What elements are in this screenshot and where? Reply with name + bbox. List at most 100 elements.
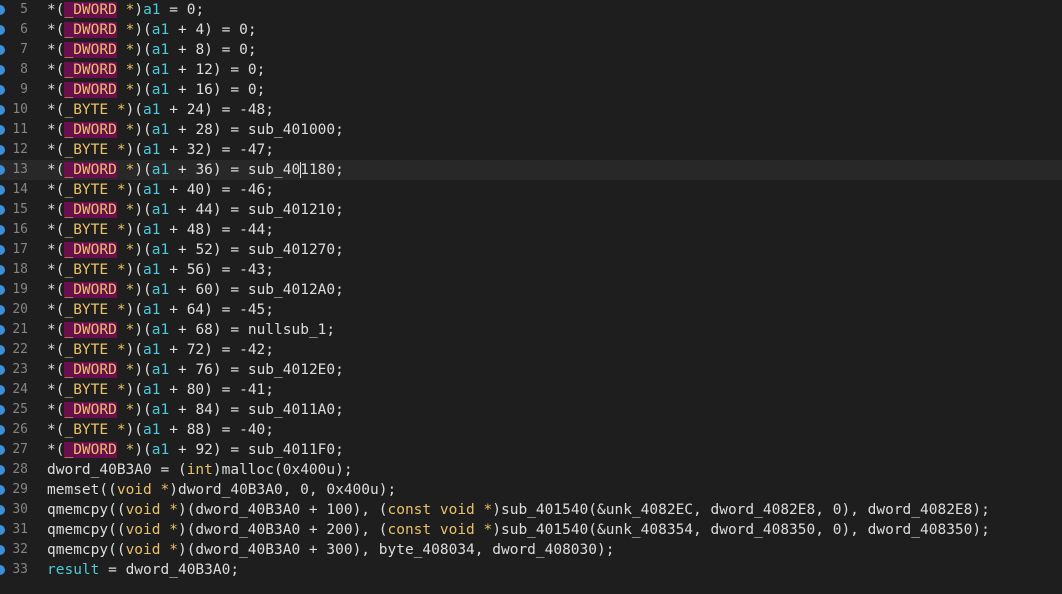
code-line[interactable]: 13 *(_DWORD *)(a1 + 36) = sub_401180; [0, 160, 1062, 180]
code-text[interactable]: qmemcpy((void *)(dword_40B3A0 + 200), (c… [47, 520, 990, 540]
code-text[interactable]: dword_40B3A0 = (int)malloc(0x400u); [47, 460, 353, 480]
breakpoint-dot-icon[interactable] [0, 85, 5, 95]
code-line[interactable]: 24 *(_BYTE *)(a1 + 80) = -41; [0, 380, 1062, 400]
code-line[interactable]: 32 qmemcpy((void *)(dword_40B3A0 + 300), … [0, 540, 1062, 560]
type-token: * [116, 202, 135, 218]
type-token: _BYTE * [64, 422, 126, 438]
code-text[interactable]: *(_DWORD *)(a1 + 44) = sub_401210; [47, 200, 344, 220]
code-text[interactable]: *(_DWORD *)(a1 + 16) = 0; [47, 80, 265, 100]
code-text[interactable]: *(_BYTE *)(a1 + 80) = -41; [47, 380, 274, 400]
variable-token: a1 [151, 282, 170, 298]
code-text[interactable]: *(_BYTE *)(a1 + 40) = -46; [47, 180, 274, 200]
code-text[interactable]: *(_DWORD *)(a1 + 36) = sub_401180; [47, 160, 344, 180]
code-text[interactable]: *(_DWORD *)(a1 + 68) = nullsub_1; [47, 320, 335, 340]
breakpoint-dot-icon[interactable] [0, 505, 5, 515]
breakpoint-dot-icon[interactable] [0, 265, 5, 275]
code-text[interactable]: *(_BYTE *)(a1 + 24) = -48; [47, 100, 274, 120]
breakpoint-dot-icon[interactable] [0, 345, 5, 355]
breakpoint-dot-icon[interactable] [0, 45, 5, 55]
pseudocode-editor[interactable]: 5 *(_DWORD *)a1 = 0; 6 *(_DWORD *)(a1 + 4) … [0, 0, 1062, 594]
code-line[interactable]: 27 *(_DWORD *)(a1 + 92) = sub_4011F0; [0, 440, 1062, 460]
code-text[interactable]: *(_BYTE *)(a1 + 48) = -44; [47, 220, 274, 240]
breakpoint-dot-icon[interactable] [0, 185, 5, 195]
breakpoint-dot-icon[interactable] [0, 305, 5, 315]
breakpoint-dot-icon[interactable] [0, 205, 5, 215]
type-token: * [116, 362, 135, 378]
breakpoint-dot-icon[interactable] [0, 105, 5, 115]
variable-token: a1 [151, 402, 170, 418]
code-token: + 40) = -46; [160, 182, 275, 198]
breakpoint-dot-icon[interactable] [0, 65, 5, 75]
type-token: const void * [387, 502, 493, 518]
breakpoint-dot-icon[interactable] [0, 525, 5, 535]
code-text[interactable]: *(_DWORD *)(a1 + 92) = sub_4011F0; [47, 440, 344, 460]
code-line[interactable]: 22 *(_BYTE *)(a1 + 72) = -42; [0, 340, 1062, 360]
code-text[interactable]: *(_DWORD *)(a1 + 52) = sub_401270; [47, 240, 344, 260]
breakpoint-dot-icon[interactable] [0, 25, 5, 35]
breakpoint-dot-icon[interactable] [0, 365, 5, 375]
code-token: )( [125, 382, 144, 398]
breakpoint-dot-icon[interactable] [0, 125, 5, 135]
breakpoint-dot-icon[interactable] [0, 565, 5, 575]
code-line[interactable]: 10 *(_BYTE *)(a1 + 24) = -48; [0, 100, 1062, 120]
code-text[interactable]: *(_BYTE *)(a1 + 72) = -42; [47, 340, 274, 360]
code-text[interactable]: *(_BYTE *)(a1 + 56) = -43; [47, 260, 274, 280]
breakpoint-dot-icon[interactable] [0, 165, 5, 175]
breakpoint-dot-icon[interactable] [0, 245, 5, 255]
code-text[interactable]: memset((void *)dword_40B3A0, 0, 0x400u); [47, 480, 396, 500]
code-line[interactable]: 8 *(_DWORD *)(a1 + 12) = 0; [0, 60, 1062, 80]
breakpoint-dot-icon[interactable] [0, 485, 5, 495]
code-line[interactable]: 7 *(_DWORD *)(a1 + 8) = 0; [0, 40, 1062, 60]
code-token: )dword_40B3A0, 0, 0x400u); [169, 482, 397, 498]
code-line[interactable]: 19 *(_DWORD *)(a1 + 60) = sub_4012A0; [0, 280, 1062, 300]
breakpoint-dot-icon[interactable] [0, 465, 5, 475]
breakpoint-dot-icon[interactable] [0, 385, 5, 395]
code-line[interactable]: 29 memset((void *)dword_40B3A0, 0, 0x400u… [0, 480, 1062, 500]
breakpoint-dot-icon[interactable] [0, 445, 5, 455]
code-text[interactable]: *(_BYTE *)(a1 + 64) = -45; [47, 300, 274, 320]
code-text[interactable]: *(_BYTE *)(a1 + 32) = -47; [47, 140, 274, 160]
variable-token: a1 [143, 222, 161, 238]
code-text[interactable]: qmemcpy((void *)(dword_40B3A0 + 100), (c… [47, 500, 990, 520]
code-line[interactable]: 23 *(_DWORD *)(a1 + 76) = sub_4012E0; [0, 360, 1062, 380]
code-line[interactable]: 25 *(_DWORD *)(a1 + 84) = sub_4011A0; [0, 400, 1062, 420]
code-text[interactable]: *(_DWORD *)(a1 + 8) = 0; [47, 40, 257, 60]
code-line[interactable]: 33 result = dword_40B3A0; [0, 560, 1062, 580]
code-line[interactable]: 14 *(_BYTE *)(a1 + 40) = -46; [0, 180, 1062, 200]
code-line[interactable]: 6 *(_DWORD *)(a1 + 4) = 0; [0, 20, 1062, 40]
code-line[interactable]: 20 *(_BYTE *)(a1 + 64) = -45; [0, 300, 1062, 320]
code-token: )( [134, 442, 152, 458]
code-line[interactable]: 18 *(_BYTE *)(a1 + 56) = -43; [0, 260, 1062, 280]
code-line[interactable]: 17 *(_DWORD *)(a1 + 52) = sub_401270; [0, 240, 1062, 260]
code-text[interactable]: qmemcpy((void *)(dword_40B3A0 + 300), by… [47, 540, 614, 560]
breakpoint-dot-icon[interactable] [0, 5, 5, 15]
code-text[interactable]: *(_BYTE *)(a1 + 88) = -40; [47, 420, 274, 440]
code-line[interactable]: 11 *(_DWORD *)(a1 + 28) = sub_401000; [0, 120, 1062, 140]
code-text[interactable]: *(_DWORD *)(a1 + 60) = sub_4012A0; [47, 280, 344, 300]
code-line[interactable]: 28 dword_40B3A0 = (int)malloc(0x400u); [0, 460, 1062, 480]
breakpoint-dot-icon[interactable] [0, 405, 5, 415]
code-text[interactable]: *(_DWORD *)(a1 + 84) = sub_4011A0; [47, 400, 344, 420]
code-line[interactable]: 30 qmemcpy((void *)(dword_40B3A0 + 100), … [0, 500, 1062, 520]
breakpoint-dot-icon[interactable] [0, 225, 5, 235]
code-line[interactable]: 9 *(_DWORD *)(a1 + 16) = 0; [0, 80, 1062, 100]
code-text[interactable]: *(_DWORD *)a1 = 0; [47, 0, 204, 20]
breakpoint-dot-icon[interactable] [0, 145, 5, 155]
breakpoint-dot-icon[interactable] [0, 545, 5, 555]
breakpoint-dot-icon[interactable] [0, 285, 5, 295]
code-line[interactable]: 5 *(_DWORD *)a1 = 0; [0, 0, 1062, 20]
code-line[interactable]: 26 *(_BYTE *)(a1 + 88) = -40; [0, 420, 1062, 440]
breakpoint-dot-icon[interactable] [0, 425, 5, 435]
code-text[interactable]: *(_DWORD *)(a1 + 4) = 0; [47, 20, 257, 40]
breakpoint-dot-icon[interactable] [0, 325, 5, 335]
type-token: * [116, 2, 135, 18]
code-text[interactable]: *(_DWORD *)(a1 + 76) = sub_4012E0; [47, 360, 344, 380]
code-text[interactable]: *(_DWORD *)(a1 + 28) = sub_401000; [47, 120, 344, 140]
code-line[interactable]: 15 *(_DWORD *)(a1 + 44) = sub_401210; [0, 200, 1062, 220]
code-line[interactable]: 21 *(_DWORD *)(a1 + 68) = nullsub_1; [0, 320, 1062, 340]
code-line[interactable]: 31 qmemcpy((void *)(dword_40B3A0 + 200), … [0, 520, 1062, 540]
code-line[interactable]: 12 *(_BYTE *)(a1 + 32) = -47; [0, 140, 1062, 160]
code-line[interactable]: 16 *(_BYTE *)(a1 + 48) = -44; [0, 220, 1062, 240]
code-text[interactable]: result = dword_40B3A0; [47, 560, 239, 580]
code-text[interactable]: *(_DWORD *)(a1 + 12) = 0; [47, 60, 265, 80]
